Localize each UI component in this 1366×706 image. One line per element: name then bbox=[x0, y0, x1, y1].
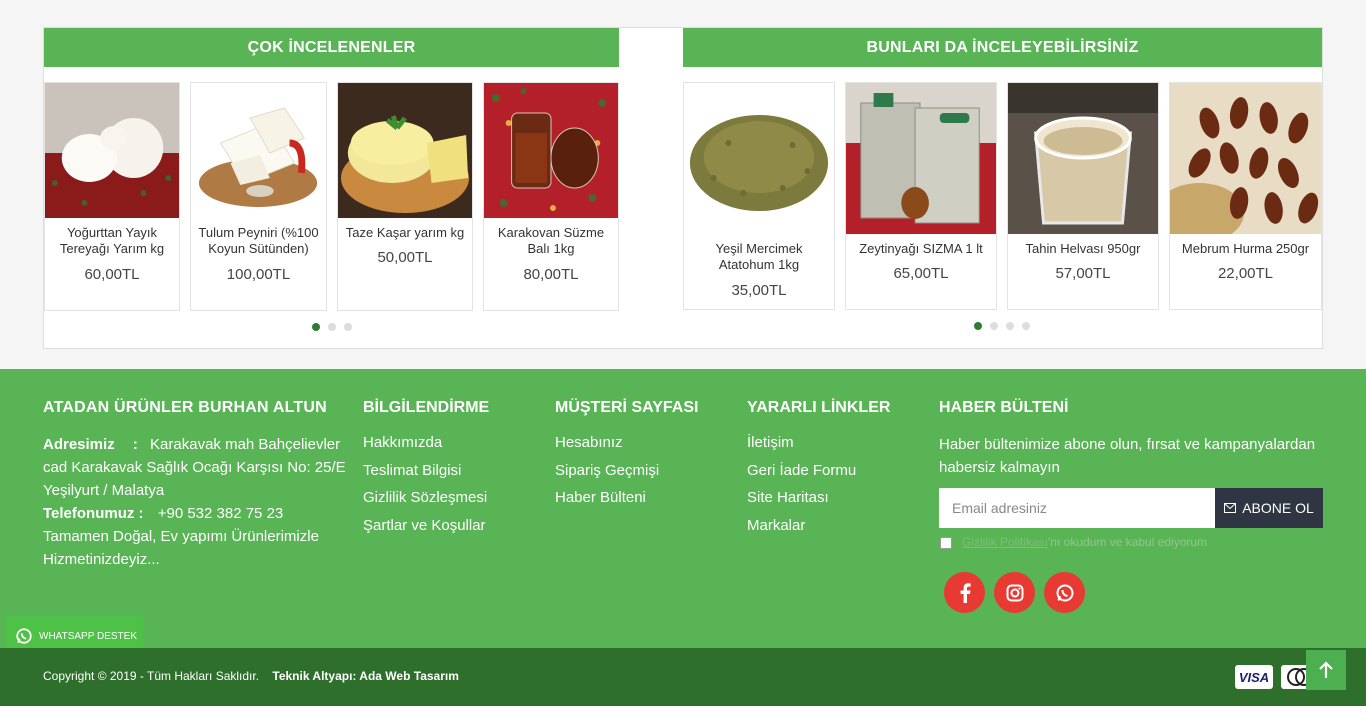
product-price: 65,00TL bbox=[893, 265, 949, 282]
product-image-halva[interactable] bbox=[1008, 83, 1158, 234]
product-name[interactable]: Taze Kaşar yarım kg bbox=[342, 225, 468, 241]
product-price: 100,00TL bbox=[226, 266, 291, 283]
product-card[interactable]: Mebrum Hurma 250gr 22,00TL bbox=[1169, 82, 1322, 310]
product-card[interactable]: Yoğurttan Yayık Tereyağı Yarım kg 60,00T… bbox=[44, 82, 180, 311]
facebook-icon[interactable] bbox=[944, 572, 985, 613]
carousel-dot[interactable] bbox=[328, 323, 336, 331]
site-footer: ATADAN ÜRÜNLER BURHAN ALTUN Adresimiz : … bbox=[0, 369, 1366, 649]
product-price: 50,00TL bbox=[377, 249, 433, 266]
carousel-dot[interactable] bbox=[1006, 322, 1014, 330]
product-name[interactable]: Tulum Peyniri (%100 Koyun Sütünden) bbox=[195, 225, 322, 257]
product-image-dates[interactable] bbox=[1170, 83, 1321, 234]
link-newsletter[interactable]: Haber Bülteni bbox=[555, 489, 646, 506]
footer-company-title: ATADAN ÜRÜNLER BURHAN ALTUN bbox=[43, 399, 327, 416]
arrow-up-icon bbox=[1319, 661, 1333, 678]
link-privacy[interactable]: Gizlilik Sözleşmesi bbox=[363, 489, 487, 506]
product-image-oil-tin[interactable] bbox=[846, 83, 996, 234]
link-account[interactable]: Hesabınız bbox=[555, 434, 623, 451]
consent-checkbox[interactable] bbox=[940, 537, 952, 549]
address-sep: : bbox=[132, 436, 138, 453]
copyright: Copyright © 2019 - Tüm Hakları Saklıdır.… bbox=[43, 669, 459, 683]
product-card[interactable]: Karakovan Süzme Balı 1kg 80,00TL bbox=[483, 82, 619, 311]
envelope-icon bbox=[1224, 503, 1237, 513]
product-card[interactable]: Tulum Peyniri (%100 Koyun Sütünden) 100,… bbox=[190, 82, 327, 311]
product-card[interactable]: Tahin Helvası 950gr 57,00TL bbox=[1007, 82, 1159, 310]
featured-products-area: ÇOK İNCELENENLER BUNLARI DA İNCELEYEBİLİ… bbox=[0, 0, 1366, 369]
newsletter-text: Haber bültenimize abone olun, fırsat ve … bbox=[939, 436, 1316, 476]
product-name[interactable]: Karakovan Süzme Balı 1kg bbox=[488, 225, 614, 257]
product-price: 57,00TL bbox=[1055, 265, 1111, 282]
product-name[interactable]: Mebrum Hurma 250gr bbox=[1174, 241, 1317, 257]
footer-slogan: Tamamen Doğal, Ev yapımı Ürünlerimizle H… bbox=[43, 528, 319, 568]
product-card[interactable]: Yeşil Mercimek Atatohum 1kg 35,00TL bbox=[683, 82, 835, 310]
instagram-icon[interactable] bbox=[994, 572, 1035, 613]
bottom-bar: Copyright © 2019 - Tüm Hakları Saklıdır.… bbox=[0, 648, 1366, 706]
link-contact[interactable]: İletişim bbox=[747, 434, 794, 451]
link-order-history[interactable]: Sipariş Geçmişi bbox=[555, 462, 659, 479]
product-price: 80,00TL bbox=[523, 266, 579, 283]
product-image-honey[interactable] bbox=[484, 83, 618, 218]
carousel-dot[interactable] bbox=[312, 323, 320, 331]
privacy-policy-link[interactable]: Gizlilik Politikası bbox=[962, 535, 1048, 549]
product-image-cheese[interactable] bbox=[191, 83, 326, 218]
address-label: Adresimiz bbox=[43, 436, 115, 453]
product-image-butter[interactable] bbox=[45, 83, 179, 218]
phone-label: Telefonumuz : bbox=[43, 505, 144, 522]
product-price: 35,00TL bbox=[731, 282, 787, 299]
link-about[interactable]: Hakkımızda bbox=[363, 434, 442, 451]
subscribe-button[interactable]: ABONE OL bbox=[1215, 488, 1323, 528]
newsletter-email-input[interactable] bbox=[939, 488, 1216, 528]
right-carousel-dots bbox=[974, 322, 1030, 330]
visa-icon: VISA bbox=[1235, 665, 1273, 689]
carousel-dot[interactable] bbox=[344, 323, 352, 331]
carousel-dot[interactable] bbox=[974, 322, 982, 330]
footer-address-block: Adresimiz : Karakavak mah Bahçelievler c… bbox=[43, 433, 353, 571]
customer-title: MÜŞTERİ SAYFASI bbox=[555, 399, 699, 416]
most-viewed-title: ÇOK İNCELENENLER bbox=[44, 28, 619, 67]
product-card[interactable]: Taze Kaşar yarım kg 50,00TL bbox=[337, 82, 473, 311]
tech-credit[interactable]: Teknik Altyapı: Ada Web Tasarım bbox=[272, 669, 459, 683]
product-name[interactable]: Zeytinyağı SIZMA 1 lt bbox=[850, 241, 992, 257]
link-terms[interactable]: Şartlar ve Koşullar bbox=[363, 517, 486, 534]
useful-links-title: YARARLI LİNKLER bbox=[747, 399, 891, 416]
left-carousel-dots bbox=[312, 323, 352, 331]
link-brands[interactable]: Markalar bbox=[747, 517, 805, 534]
panel-gap bbox=[619, 28, 683, 348]
carousel-dot[interactable] bbox=[1022, 322, 1030, 330]
scroll-to-top-button[interactable] bbox=[1306, 650, 1346, 690]
consent-text: 'nı okudum ve kabul ediyorum bbox=[1048, 535, 1208, 549]
subscribe-label: ABONE OL bbox=[1242, 500, 1314, 516]
product-card[interactable]: Zeytinyağı SIZMA 1 lt 65,00TL bbox=[845, 82, 997, 310]
whatsapp-icon bbox=[16, 628, 32, 644]
link-delivery[interactable]: Teslimat Bilgisi bbox=[363, 462, 461, 479]
whatsapp-support-label: WHATSAPP DESTEK bbox=[39, 630, 137, 642]
also-view-title: BUNLARI DA İNCELEYEBİLİRSİNİZ bbox=[683, 28, 1322, 67]
product-image-kashar[interactable] bbox=[338, 83, 472, 218]
link-sitemap[interactable]: Site Haritası bbox=[747, 489, 829, 506]
copyright-text: Copyright © 2019 - Tüm Hakları Saklıdır. bbox=[43, 669, 260, 683]
link-return-form[interactable]: Geri İade Formu bbox=[747, 462, 856, 479]
newsletter-title: HABER BÜLTENİ bbox=[939, 399, 1069, 416]
product-price: 60,00TL bbox=[84, 266, 140, 283]
phone-number[interactable]: +90 532 382 75 23 bbox=[158, 505, 284, 522]
product-name[interactable]: Yoğurttan Yayık Tereyağı Yarım kg bbox=[49, 225, 175, 257]
product-name[interactable]: Tahin Helvası 950gr bbox=[1012, 241, 1154, 257]
info-title: BİLGİLENDİRME bbox=[363, 399, 490, 416]
consent-label: Gizlilik Politikası'nı okudum ve kabul e… bbox=[962, 535, 1207, 549]
whatsapp-icon[interactable] bbox=[1044, 572, 1085, 613]
carousel-dot[interactable] bbox=[990, 322, 998, 330]
product-name[interactable]: Yeşil Mercimek Atatohum 1kg bbox=[688, 241, 830, 273]
product-price: 22,00TL bbox=[1217, 265, 1274, 282]
product-image-lentil[interactable] bbox=[684, 83, 834, 234]
